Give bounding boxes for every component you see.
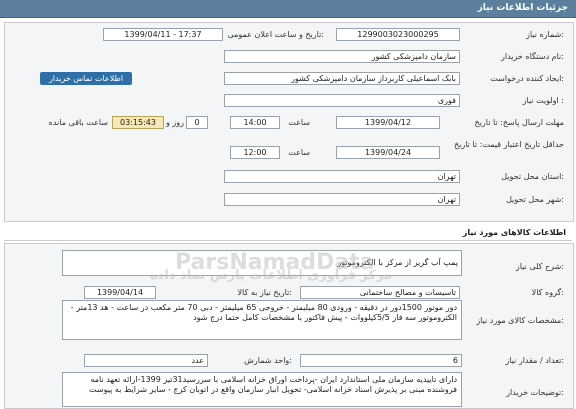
remaining-days-label: روز و [166, 118, 184, 127]
province-field: تهران [224, 170, 460, 183]
remaining-days-field: 0 [186, 116, 208, 129]
need-number-label: شماره نیاز: [525, 30, 564, 39]
goods-group-label: گروه کالا: [531, 288, 564, 297]
page-title: جزئیات اطلاعات نیاز [477, 3, 568, 13]
reply-deadline-label: مهلت ارسال پاسخ: تا تاریخ [474, 118, 565, 127]
page-header: جزئیات اطلاعات نیاز [0, 0, 576, 18]
announce-date-field: 1399/04/11 - 17:37 [103, 28, 223, 41]
city-field: تهران [224, 193, 460, 206]
buyer-org-field: سازمان دامپزشکی کشور [224, 50, 460, 63]
province-label: استان محل تحویل: [501, 172, 564, 181]
watermark-subtext: مرکز فراوری اطلاعات پارس نماد داده [150, 268, 393, 283]
price-time-label: ساعت [288, 148, 310, 157]
reply-time-label: ساعت [288, 118, 310, 127]
spec-label: مشخصات کالای مورد نیاز: [476, 316, 564, 325]
summary-label: شرح کلی نیاز: [515, 262, 564, 271]
need-date-field: 1399/04/14 [84, 286, 156, 299]
creator-label: ایجاد کننده درخواست: [490, 74, 564, 83]
unit-label: واحد شمارش: [244, 356, 292, 365]
unit-field: عدد [84, 354, 208, 367]
section-divider [4, 240, 572, 241]
price-validity-label: حداقل تاریخ اعتبار قیمت: تا تاریخ [453, 140, 564, 149]
remaining-time-field: 03:15:43 [112, 116, 164, 129]
buyer-contact-button[interactable]: اطلاعات تماس خریدار [40, 72, 132, 85]
spec-field: دور موتور 1500دور در دقیقه - ورودی 80 می… [62, 300, 462, 340]
announce-date-label: تاریخ و ساعت اعلان عمومی: [227, 30, 324, 39]
city-label: شهر محل تحویل: [506, 195, 564, 204]
quantity-field: 6 [300, 354, 462, 367]
priority-label: اولویت نیاز : [522, 96, 564, 105]
goods-group-field: تاسیسات و مصالح ساختمانی [300, 286, 460, 299]
need-date-label: تاریخ نیاز به کالا: [237, 288, 292, 297]
reply-deadline-time: 14:00 [230, 116, 280, 129]
goods-section-title: اطلاعات کالاهای مورد نیاز [462, 228, 566, 237]
creator-field: بابک اسماعیلی کاربرداز سازمان دامپزشکی ک… [224, 72, 460, 85]
price-validity-time: 12:00 [230, 146, 280, 159]
reply-deadline-date: 1399/04/12 [336, 116, 440, 129]
notes-label: توضیحات خریدار: [506, 388, 564, 397]
remaining-time-label: ساعت باقی مانده [48, 118, 108, 127]
notes-field: دارای تاییدیه سازمان ملی استاندارد ایران… [62, 372, 462, 407]
quantity-label: تعداد / مقدار نیاز: [505, 356, 564, 365]
need-number-field: 1299003023000295 [336, 28, 460, 41]
price-validity-date: 1399/04/24 [336, 146, 440, 159]
priority-field: فوری [224, 94, 460, 107]
buyer-org-label: نام دستگاه خریدار: [500, 52, 564, 61]
